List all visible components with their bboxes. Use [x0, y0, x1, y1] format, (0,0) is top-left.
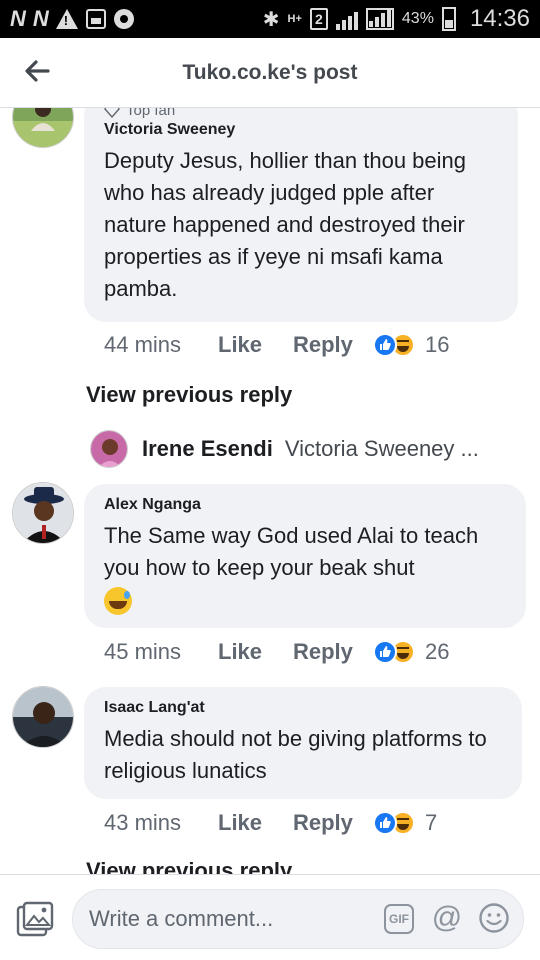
- like-reaction-icon: [373, 640, 397, 664]
- reply-button[interactable]: Reply: [293, 639, 373, 665]
- reaction-count: 16: [425, 332, 450, 357]
- comment-author[interactable]: Isaac Lang'at: [104, 699, 502, 717]
- reaction-summary[interactable]: 7: [373, 810, 437, 836]
- comment-actions: 43 mins Like Reply 7: [104, 810, 437, 836]
- back-arrow-icon[interactable]: [22, 56, 52, 86]
- battery-percent: 43%: [401, 10, 434, 27]
- reply-author[interactable]: Irene Esendi: [142, 436, 273, 462]
- like-button[interactable]: Like: [218, 810, 293, 836]
- top-fan-label: Top fan: [126, 108, 176, 119]
- gif-icon[interactable]: GIF: [384, 904, 414, 934]
- comment-actions: 45 mins Like Reply 26: [104, 639, 449, 665]
- settings-notification-icon: [113, 9, 134, 29]
- comment-time[interactable]: 43 mins: [104, 810, 218, 836]
- reply-preview[interactable]: Irene Esendi Victoria Sweeney ...: [90, 430, 479, 468]
- view-previous-reply-link-2[interactable]: View previous reply: [86, 858, 292, 874]
- comment-actions: 44 mins Like Reply 16: [104, 332, 449, 358]
- comment-author[interactable]: Alex Nganga: [104, 496, 506, 514]
- comment-text: Media should not be giving platforms to …: [104, 726, 487, 783]
- warning-icon: [55, 9, 78, 29]
- page-title: Tuko.co.ke's post: [182, 60, 358, 84]
- image-notification-icon: [85, 9, 106, 29]
- comment-composer: GIF @: [0, 874, 540, 960]
- bluetooth-icon: ✱: [262, 8, 280, 31]
- comment-feed[interactable]: Top fan Victoria Sweeney Deputy Jesus, h…: [0, 108, 540, 874]
- comment-time[interactable]: 45 mins: [104, 639, 218, 665]
- top-fan-badge: Top fan: [104, 108, 498, 119]
- view-previous-reply-link[interactable]: View previous reply: [86, 382, 292, 408]
- avatar-victoria-sweeney[interactable]: [12, 108, 74, 148]
- reaction-summary[interactable]: 26: [373, 639, 449, 665]
- battery-icon: [441, 7, 456, 31]
- post-header: Tuko.co.ke's post: [0, 38, 540, 108]
- grinning-sweat-emoji-icon: [104, 587, 132, 616]
- like-reaction-icon: [373, 811, 397, 835]
- mention-icon[interactable]: @: [430, 901, 464, 935]
- sim-icon: 2: [309, 8, 328, 30]
- signal-icon-2: [365, 8, 394, 30]
- reaction-summary[interactable]: 16: [373, 332, 449, 358]
- comment-author[interactable]: Victoria Sweeney: [104, 121, 498, 139]
- reaction-count: 7: [425, 810, 438, 835]
- reply-button[interactable]: Reply: [293, 332, 373, 358]
- photo-icon[interactable]: [16, 901, 54, 937]
- clock: 14:36: [469, 5, 530, 32]
- network-type: H+: [287, 13, 302, 25]
- comment-bubble[interactable]: Top fan Victoria Sweeney Deputy Jesus, h…: [84, 108, 518, 322]
- status-bar: N N ✱ H+ 2 43% 14:36: [0, 0, 540, 38]
- comment-text: The Same way God used Alai to teach you …: [104, 520, 506, 616]
- like-reaction-icon: [373, 333, 397, 357]
- comment-text: Deputy Jesus, hollier than thou being wh…: [104, 148, 467, 301]
- like-button[interactable]: Like: [218, 639, 293, 665]
- network-n-icon-2: N: [32, 6, 49, 31]
- reply-text: Victoria Sweeney ...: [284, 436, 479, 461]
- avatar-irene-esendi[interactable]: [90, 430, 128, 468]
- comment-bubble[interactable]: Alex Nganga The Same way God used Alai t…: [84, 484, 526, 628]
- comment-time[interactable]: 44 mins: [104, 332, 218, 358]
- network-n-icon: N: [10, 6, 26, 31]
- like-button[interactable]: Like: [218, 332, 293, 358]
- reply-button[interactable]: Reply: [293, 810, 373, 836]
- avatar-alex-nganga[interactable]: [12, 482, 74, 544]
- comment-text-content: The Same way God used Alai to teach you …: [104, 523, 479, 580]
- emoji-icon[interactable]: [478, 902, 510, 934]
- avatar-isaac-langat[interactable]: [12, 686, 74, 748]
- signal-icon: [335, 8, 358, 30]
- comment-bubble[interactable]: Isaac Lang'at Media should not be giving…: [84, 687, 522, 799]
- reaction-count: 26: [425, 639, 450, 664]
- diamond-icon: [104, 108, 120, 118]
